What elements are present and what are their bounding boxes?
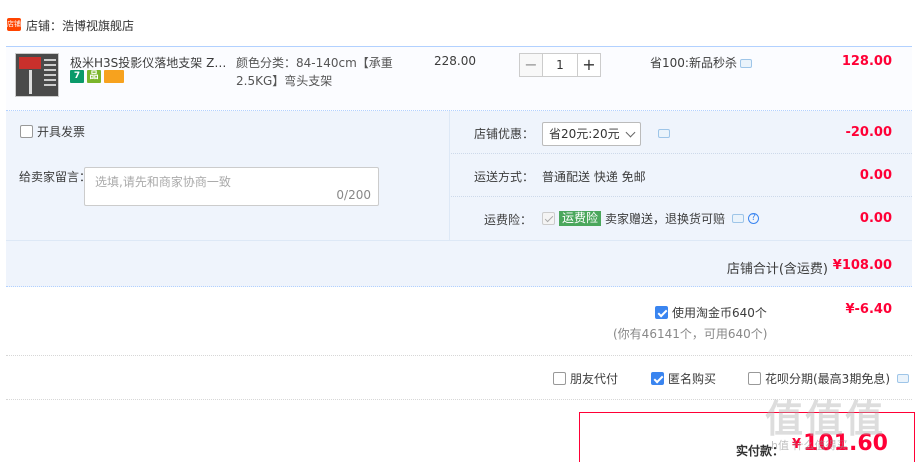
shipping-amount: 0.00: [859, 168, 892, 183]
shipping-label: 运送方式：: [474, 170, 535, 184]
help-icon[interactable]: ?: [748, 213, 760, 224]
product-badges: 7 品: [70, 70, 124, 83]
quantity-increase-button[interactable]: +: [577, 53, 601, 77]
shop-coupon-label: 店铺优惠：: [474, 127, 535, 141]
unit-price: 228.00: [434, 54, 476, 68]
shipping-insurance-row: 运费险： 运费险 卖家赠送，退换货可赔 ? 0.00: [451, 197, 912, 240]
installment-checkbox[interactable]: [748, 372, 761, 385]
product-title[interactable]: 极米H3S投影仪落地支架 Z8X ...: [70, 54, 232, 71]
product-spec: 颜色分类：84-140cm【承重2.5KG】弯头支架: [236, 56, 393, 88]
friend-pay-label: 朋友代付: [570, 372, 619, 386]
coins-checkbox[interactable]: [655, 306, 668, 319]
shop-name[interactable]: 店铺：浩博视旗舰店: [26, 17, 134, 34]
chat-icon[interactable]: [732, 214, 745, 223]
chat-icon[interactable]: [739, 59, 752, 68]
shipping-row: 运送方式： 普通配送 快递 免邮 0.00: [451, 154, 912, 197]
shop-total-amount: ¥108.00: [832, 258, 892, 273]
shop-coupon-select[interactable]: 省20元:20元: [542, 122, 641, 146]
shipping-insurance-option: 运费险 卖家赠送，退换货可赔 ?: [542, 210, 760, 227]
shop-total-row: 店铺合计(含运费) ¥108.00: [6, 240, 912, 287]
item-subtotal: 128.00: [841, 54, 892, 69]
chat-icon[interactable]: [897, 374, 909, 383]
anonymous-purchase-option[interactable]: 匿名购买: [651, 370, 716, 387]
shop-coupon-value: 省20元:20元: [549, 127, 620, 141]
seller-message-input[interactable]: 选填,请先和商家协商一致 0/200: [84, 167, 379, 206]
seller-message-counter: 0/200: [336, 188, 371, 202]
friend-pay-checkbox[interactable]: [553, 372, 566, 385]
shipping-insurance-label: 运费险：: [484, 213, 533, 227]
chevron-down-icon: [625, 127, 636, 138]
friend-pay-option[interactable]: 朋友代付: [553, 370, 618, 387]
watermark-logo: 值值值: [765, 397, 886, 441]
item-promotion: 省100:新品秒杀: [650, 54, 752, 71]
watermark-subtext: h值 什么值得买: [771, 439, 848, 452]
chat-icon[interactable]: [658, 129, 670, 138]
installment-option[interactable]: 花呗分期(最高3期免息): [748, 370, 909, 387]
coins-row: 使用淘金币640个 ¥-6.40 (你有46141个，可用640个): [0, 287, 915, 355]
shipping-insurance-desc: 卖家赠送，退换货可赔: [605, 212, 726, 226]
seller-message-label: 给卖家留言：: [19, 170, 92, 184]
product-thumbnail[interactable]: [15, 53, 59, 97]
invoice-option[interactable]: 开具发票: [20, 123, 85, 140]
coins-amount: ¥-6.40: [845, 302, 892, 317]
shipping-insurance-amount: 0.00: [859, 211, 892, 226]
order-options-left: 开具发票 给卖家留言： 选填,请先和商家协商一致 0/200: [6, 111, 450, 240]
shop-header: 店铺 店铺：浩博视旗舰店: [0, 0, 915, 46]
coins-label: 使用淘金币640个: [672, 306, 767, 320]
shop-coupon-amount: -20.00: [845, 125, 892, 140]
anonymous-purchase-checkbox[interactable]: [651, 372, 664, 385]
order-item-row: 极米H3S投影仪落地支架 Z8X ... 7 品 颜色分类：84-140cm【承…: [6, 46, 912, 111]
shipping-method: 普通配送 快递 免邮: [542, 170, 646, 184]
shipping-insurance-checkbox: [542, 212, 555, 225]
anonymous-purchase-label: 匿名购买: [668, 372, 717, 386]
order-options-panel: 开具发票 给卖家留言： 选填,请先和商家协商一致 0/200 店铺优惠： 省20…: [6, 111, 912, 287]
quality-badge-icon: 品: [87, 70, 101, 83]
shipping-insurance-tag: 运费险: [559, 211, 602, 226]
quantity-decrease-button[interactable]: −: [519, 53, 543, 77]
coins-option[interactable]: 使用淘金币640个: [655, 304, 767, 321]
shop-icon: 店铺: [7, 18, 21, 31]
installment-label: 花呗分期(最高3期免息): [765, 372, 890, 386]
seller-message-placeholder: 选填,请先和商家协商一致: [95, 175, 231, 189]
card-payment-icon: [104, 70, 124, 83]
seven-day-return-icon: 7: [70, 70, 84, 83]
shop-coupon-row: 店铺优惠： 省20元:20元 -20.00: [451, 111, 912, 154]
coins-note: (你有46141个，可用640个): [613, 327, 768, 341]
quantity-input[interactable]: 1: [543, 53, 577, 77]
quantity-stepper: − 1 +: [519, 53, 601, 77]
invoice-label: 开具发票: [37, 125, 86, 139]
promotion-label: 省100:新品秒杀: [650, 56, 737, 70]
shop-total-label: 店铺合计(含运费): [726, 262, 828, 277]
invoice-checkbox[interactable]: [20, 125, 33, 138]
